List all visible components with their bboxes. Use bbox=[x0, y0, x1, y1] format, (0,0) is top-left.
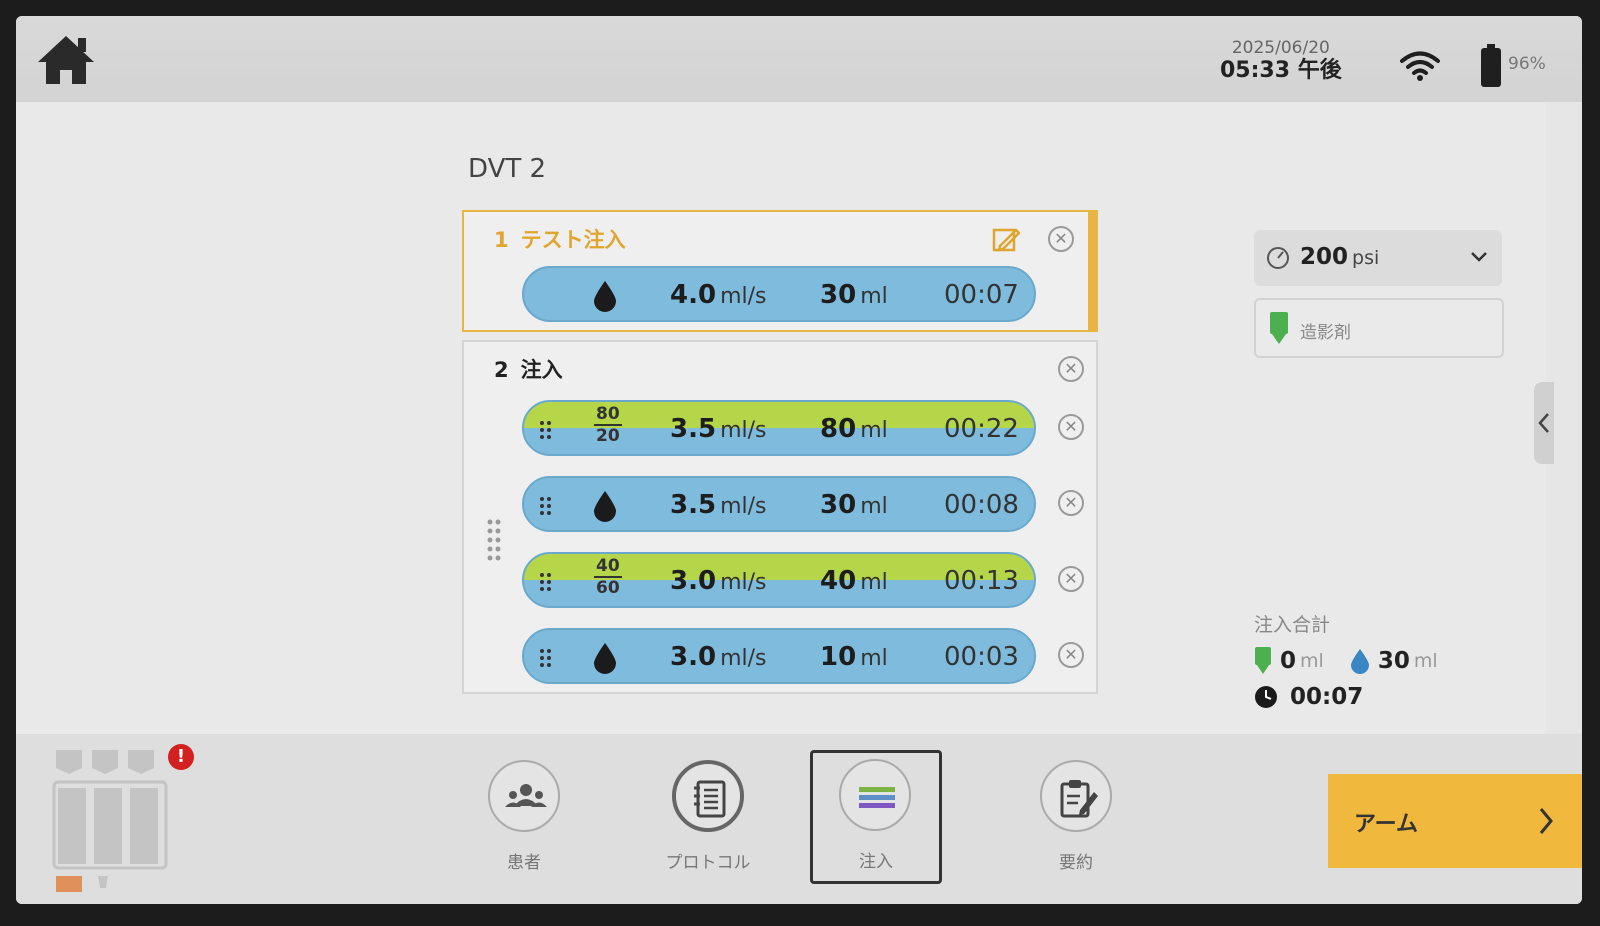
totals-volumes: 0 ml 30 ml bbox=[1254, 643, 1464, 679]
chevron-left-icon bbox=[1538, 413, 1549, 433]
clock-icon bbox=[1255, 686, 1277, 708]
volume: 30 ml bbox=[820, 490, 888, 520]
date-text: 2025/06/20 bbox=[1231, 38, 1330, 58]
delete-phase-button[interactable]: ✕ bbox=[1058, 490, 1084, 516]
flow-rate: 3.0 ml/s bbox=[670, 566, 767, 596]
volume: 30 ml bbox=[820, 280, 888, 310]
nav-summary[interactable]: 要約 bbox=[1010, 752, 1142, 884]
unit-label: ml bbox=[1413, 650, 1438, 672]
injector-screen: 2025/06/20 05:33 午後 96% DVT 2 1 テスト注入 ✕ bbox=[16, 16, 1582, 904]
mix-ratio: 80 20 bbox=[594, 404, 622, 446]
bottom-nav-bar: ! 患者 プロトコル 注入 要約 アーム bbox=[16, 734, 1582, 904]
nav-label: 注入 bbox=[859, 852, 893, 872]
volume: 10 ml bbox=[820, 642, 888, 672]
contrast-syringe-icon bbox=[1270, 312, 1288, 344]
wifi-icon bbox=[1400, 51, 1440, 81]
step-name: 注入 bbox=[520, 358, 563, 382]
protocol-title: DVT 2 bbox=[468, 154, 547, 184]
nav-label: プロトコル bbox=[665, 853, 751, 873]
delete-phase-button[interactable]: ✕ bbox=[1058, 642, 1084, 668]
patients-icon bbox=[505, 784, 547, 807]
protocol-notebook-icon bbox=[694, 780, 726, 818]
phase-row[interactable]: 40 60 3.0 ml/s 40 ml 00:13 bbox=[522, 552, 1036, 608]
arm-label: アーム bbox=[1354, 812, 1419, 837]
phase-row[interactable]: 3.5 ml/s 30 ml 00:08 bbox=[522, 476, 1036, 532]
battery-icon bbox=[1481, 44, 1501, 87]
nav-label: 要約 bbox=[1059, 853, 1093, 873]
duration: 00:22 bbox=[944, 414, 1019, 444]
nav-circle bbox=[839, 759, 911, 831]
injection-bars-icon bbox=[859, 787, 895, 808]
step-injection[interactable]: 2 注入 ✕ 80 20 3.5 ml/s 80 ml 00:22 ✕ 3.5 … bbox=[462, 340, 1098, 694]
total-contrast-volume: 0 bbox=[1280, 648, 1297, 674]
duration: 00:08 bbox=[944, 490, 1019, 520]
saline-drop-icon bbox=[594, 643, 616, 674]
unit-label: ml bbox=[1300, 650, 1324, 672]
arm-button[interactable]: アーム bbox=[1328, 774, 1582, 868]
duration: 00:07 bbox=[944, 280, 1019, 310]
clipboard-edit-icon bbox=[1060, 780, 1098, 818]
delete-phase-button[interactable]: ✕ bbox=[1058, 414, 1084, 440]
step-test-injection[interactable]: 1 テスト注入 ✕ 4.0 ml/s 30 ml 00:07 bbox=[462, 210, 1098, 332]
volume: 40 ml bbox=[820, 566, 888, 596]
chevron-down-icon bbox=[1471, 252, 1487, 262]
delete-step-button[interactable]: ✕ bbox=[1048, 226, 1074, 252]
flow-rate: 3.0 ml/s bbox=[670, 642, 767, 672]
totals-title: 注入合計 bbox=[1254, 614, 1331, 636]
home-button[interactable] bbox=[34, 30, 98, 90]
step-header: 1 テスト注入 bbox=[494, 224, 626, 254]
contrast-syringe-icon bbox=[1255, 647, 1271, 674]
saline-drop-icon bbox=[594, 491, 616, 522]
contrast-agent-label: 造影剤 bbox=[1300, 323, 1351, 343]
drag-handle-icon[interactable] bbox=[486, 518, 502, 562]
duration: 00:13 bbox=[944, 566, 1019, 596]
flow-rate: 3.5 ml/s bbox=[670, 490, 767, 520]
saline-drop-icon bbox=[594, 281, 616, 312]
mix-ratio: 40 60 bbox=[594, 556, 622, 598]
delete-step-button[interactable]: ✕ bbox=[1058, 356, 1084, 382]
contrast-agent-field[interactable]: 造影剤 bbox=[1254, 298, 1504, 358]
protocol-editor: DVT 2 1 テスト注入 ✕ 4.0 ml/s 30 ml 00:07 2 注… bbox=[16, 102, 1554, 734]
nav-circle bbox=[488, 760, 560, 832]
phase-row[interactable]: 4.0 ml/s 30 ml 00:07 bbox=[522, 266, 1036, 322]
drag-handle-icon[interactable] bbox=[538, 572, 554, 592]
total-duration: 00:07 bbox=[1290, 684, 1364, 710]
flow-rate: 3.5 ml/s bbox=[670, 414, 767, 444]
gauge-icon bbox=[1267, 247, 1289, 269]
delete-phase-button[interactable]: ✕ bbox=[1058, 566, 1084, 592]
step-header: 2 注入 bbox=[494, 354, 563, 384]
nav-patient[interactable]: 患者 bbox=[458, 752, 590, 884]
alert-badge[interactable]: ! bbox=[168, 744, 194, 770]
phase-row[interactable]: 3.0 ml/s 10 ml 00:03 bbox=[522, 628, 1036, 684]
pressure-value: 200 psi bbox=[1300, 244, 1380, 270]
nav-label: 患者 bbox=[507, 853, 541, 873]
nav-inject[interactable]: 注入 bbox=[810, 750, 942, 884]
volume: 80 ml bbox=[820, 414, 888, 444]
side-panel-toggle[interactable] bbox=[1534, 382, 1554, 464]
total-saline-volume: 30 bbox=[1377, 648, 1410, 674]
clock: 2025/06/20 05:33 午後 bbox=[1220, 38, 1342, 84]
flow-rate: 4.0 ml/s bbox=[670, 280, 767, 310]
pressure-limit-select[interactable]: 200 psi bbox=[1254, 230, 1502, 286]
duration: 00:03 bbox=[944, 642, 1019, 672]
totals-duration: 00:07 bbox=[1254, 679, 1464, 715]
drag-handle-icon[interactable] bbox=[538, 420, 554, 440]
nav-protocol[interactable]: プロトコル bbox=[642, 752, 774, 884]
step-number: 1 bbox=[494, 228, 509, 252]
chevron-right-icon bbox=[1539, 808, 1553, 834]
edit-icon[interactable] bbox=[992, 226, 1020, 254]
time-text: 05:33 午後 bbox=[1220, 58, 1342, 83]
step-number: 2 bbox=[494, 358, 509, 382]
top-bar: 2025/06/20 05:33 午後 96% bbox=[16, 16, 1582, 102]
phase-row[interactable]: 80 20 3.5 ml/s 80 ml 00:22 bbox=[522, 400, 1036, 456]
battery-percentage: 96% bbox=[1508, 54, 1546, 74]
drag-handle-icon[interactable] bbox=[538, 496, 554, 516]
drag-handle-icon[interactable] bbox=[538, 648, 554, 668]
nav-circle bbox=[1040, 760, 1112, 832]
step-name: テスト注入 bbox=[520, 228, 626, 252]
saline-drop-icon bbox=[1350, 649, 1369, 674]
nav-circle bbox=[672, 760, 744, 832]
home-icon bbox=[38, 36, 94, 84]
injection-totals: 注入合計 0 ml 30 ml 00:07 bbox=[1254, 610, 1464, 715]
